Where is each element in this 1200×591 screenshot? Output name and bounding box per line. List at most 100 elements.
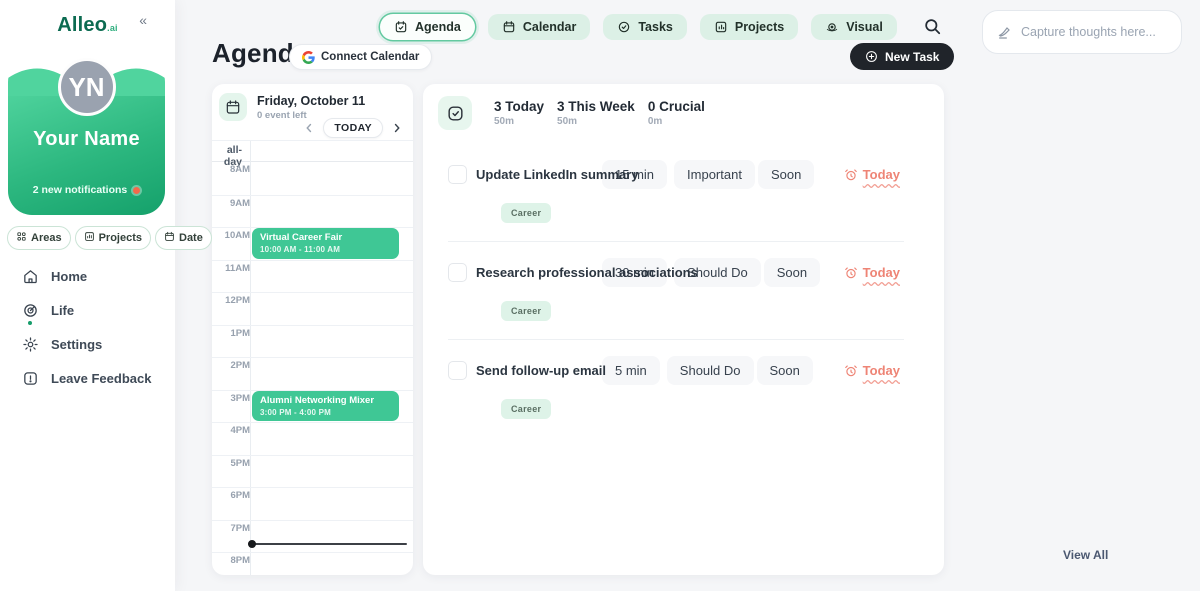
tab-label: Agenda xyxy=(415,20,461,34)
filter-pill-label: Areas xyxy=(31,232,62,244)
hour-row[interactable]: 5PM xyxy=(212,455,413,488)
notifications-link[interactable]: 2 new notifications xyxy=(8,184,165,196)
logo-text: Alleo xyxy=(57,14,107,36)
hour-row[interactable]: 12PM xyxy=(212,292,413,325)
search-icon[interactable] xyxy=(923,17,945,39)
check-circle-icon xyxy=(617,20,631,34)
calendar-event[interactable]: Alumni Networking Mixer 3:00 PM - 4:00 PM xyxy=(252,391,399,422)
task-title[interactable]: Research professional associations xyxy=(476,265,597,280)
tab-visual[interactable]: Visual xyxy=(811,14,897,40)
profile-name: Your Name xyxy=(8,128,165,151)
hour-row[interactable]: 8PM xyxy=(212,552,413,575)
date-icon xyxy=(164,231,175,245)
event-title: Virtual Career Fair xyxy=(260,232,391,243)
hour-label: 6PM xyxy=(216,490,250,501)
task-urgency-pill[interactable]: Soon xyxy=(764,258,820,287)
visual-icon xyxy=(825,20,839,34)
task-tag[interactable]: Career xyxy=(501,203,551,223)
sidebar-item-label: Leave Feedback xyxy=(51,371,151,386)
hour-row[interactable]: 6PM xyxy=(212,487,413,520)
sidebar-item-label: Settings xyxy=(51,337,102,352)
gear-icon xyxy=(22,336,39,353)
sidebar: Alleo.ai « YN Your Name 2 new notificati… xyxy=(0,0,175,591)
chevron-left-icon[interactable] xyxy=(302,121,316,135)
hour-row[interactable]: 9AM xyxy=(212,195,413,228)
calendar-header-icon xyxy=(219,93,247,121)
task-checkbox[interactable] xyxy=(448,263,467,282)
sidebar-item-settings[interactable]: Settings xyxy=(0,328,175,361)
connect-calendar-label: Connect Calendar xyxy=(321,51,419,63)
notification-dot-icon xyxy=(133,187,140,194)
hour-label: 1PM xyxy=(216,328,250,339)
tab-label: Tasks xyxy=(638,20,673,34)
task-tag[interactable]: Career xyxy=(501,301,551,321)
chevron-right-icon[interactable] xyxy=(390,121,404,135)
task-row: Send follow-up email 5 minShould DoSoon To… xyxy=(423,340,944,437)
task-row: Update LinkedIn summary15 minImportantSo… xyxy=(423,144,944,241)
event-title: Alumni Networking Mixer xyxy=(260,395,391,406)
hour-label: 10AM xyxy=(216,230,250,241)
task-priority-pill[interactable]: Important xyxy=(674,160,755,189)
sidebar-collapse-icon[interactable]: « xyxy=(139,12,147,28)
task-title[interactable]: Send follow-up email xyxy=(476,363,597,378)
target-icon xyxy=(22,302,39,319)
view-all-link[interactable]: View All xyxy=(1063,548,1108,562)
alarm-icon xyxy=(844,364,858,378)
capture-thoughts-card xyxy=(982,10,1182,54)
stat-label: 0 Crucial xyxy=(648,99,705,114)
sidebar-item-life[interactable]: Life xyxy=(0,294,175,327)
today-button[interactable]: TODAY xyxy=(323,118,383,138)
stat-group: 3 Today50m xyxy=(494,99,544,127)
tab-tasks[interactable]: Tasks xyxy=(603,14,687,40)
task-priority-pill[interactable]: Should Do xyxy=(667,356,754,385)
event-time: 10:00 AM - 11:00 AM xyxy=(260,245,391,254)
task-checkbox[interactable] xyxy=(448,361,467,380)
task-duration-pill[interactable]: 5 min xyxy=(602,356,660,385)
hour-row[interactable]: 2PM xyxy=(212,357,413,390)
calendar-panel: Friday, October 11 0 event left TODAY al… xyxy=(212,84,413,575)
sidebar-item-home[interactable]: Home xyxy=(0,260,175,293)
calendar-nav: TODAY xyxy=(302,118,404,138)
sidebar-item-leave-feedback[interactable]: Leave Feedback xyxy=(0,362,175,395)
task-urgency-pill[interactable]: Soon xyxy=(758,160,814,189)
task-due-date[interactable]: Today xyxy=(844,167,900,182)
new-task-label: New Task xyxy=(885,50,939,64)
stat-label: 3 This Week xyxy=(557,99,635,114)
task-row: Research professional associations30 min… xyxy=(423,242,944,339)
google-icon xyxy=(302,51,315,64)
hour-row[interactable]: 8AM xyxy=(212,162,413,195)
all-day-row: all-day xyxy=(212,141,413,162)
tab-calendar[interactable]: Calendar xyxy=(488,14,591,40)
calendar-event[interactable]: Virtual Career Fair 10:00 AM - 11:00 AM xyxy=(252,228,399,259)
hour-row[interactable]: 11AM xyxy=(212,260,413,293)
filter-pill-areas[interactable]: Areas xyxy=(7,226,71,250)
calendar-events-left: 0 event left xyxy=(257,110,307,121)
nav-tabs: Agenda Calendar Tasks Projects Visual xyxy=(380,14,897,40)
task-due-label: Today xyxy=(863,167,900,182)
calendar-grid: all-day 8AM9AM 10AM 11AM12PM 1PM 2PM 3PM 4PM 5P… xyxy=(212,140,413,575)
event-time: 3:00 PM - 4:00 PM xyxy=(260,408,391,417)
hour-label: 4PM xyxy=(216,425,250,436)
projects-icon xyxy=(714,20,728,34)
task-urgency-pill[interactable]: Soon xyxy=(757,356,813,385)
task-due-date[interactable]: Today xyxy=(844,265,900,280)
tab-agenda[interactable]: Agenda xyxy=(380,14,475,40)
filter-pill-date[interactable]: Date xyxy=(155,226,212,250)
capture-thoughts-input[interactable] xyxy=(1021,25,1171,39)
sidebar-item-label: Home xyxy=(51,269,87,284)
logo: Alleo.ai xyxy=(0,14,175,37)
new-task-button[interactable]: New Task xyxy=(850,43,954,70)
hour-row[interactable]: 4PM xyxy=(212,422,413,455)
filter-pill-projects[interactable]: Projects xyxy=(75,226,151,250)
task-due-date[interactable]: Today xyxy=(844,363,900,378)
tab-projects[interactable]: Projects xyxy=(700,14,798,40)
task-checkbox[interactable] xyxy=(448,165,467,184)
avatar[interactable]: YN xyxy=(58,58,116,116)
hour-row[interactable]: 1PM xyxy=(212,325,413,358)
connect-calendar-button[interactable]: Connect Calendar xyxy=(289,44,432,70)
hour-label: 3PM xyxy=(216,393,250,404)
hour-row[interactable]: 7PM xyxy=(212,520,413,553)
stats-row: 3 Today50m3 This Week50m0 Crucial0m xyxy=(438,96,705,130)
task-tag[interactable]: Career xyxy=(501,399,551,419)
task-title[interactable]: Update LinkedIn summary xyxy=(476,167,597,182)
